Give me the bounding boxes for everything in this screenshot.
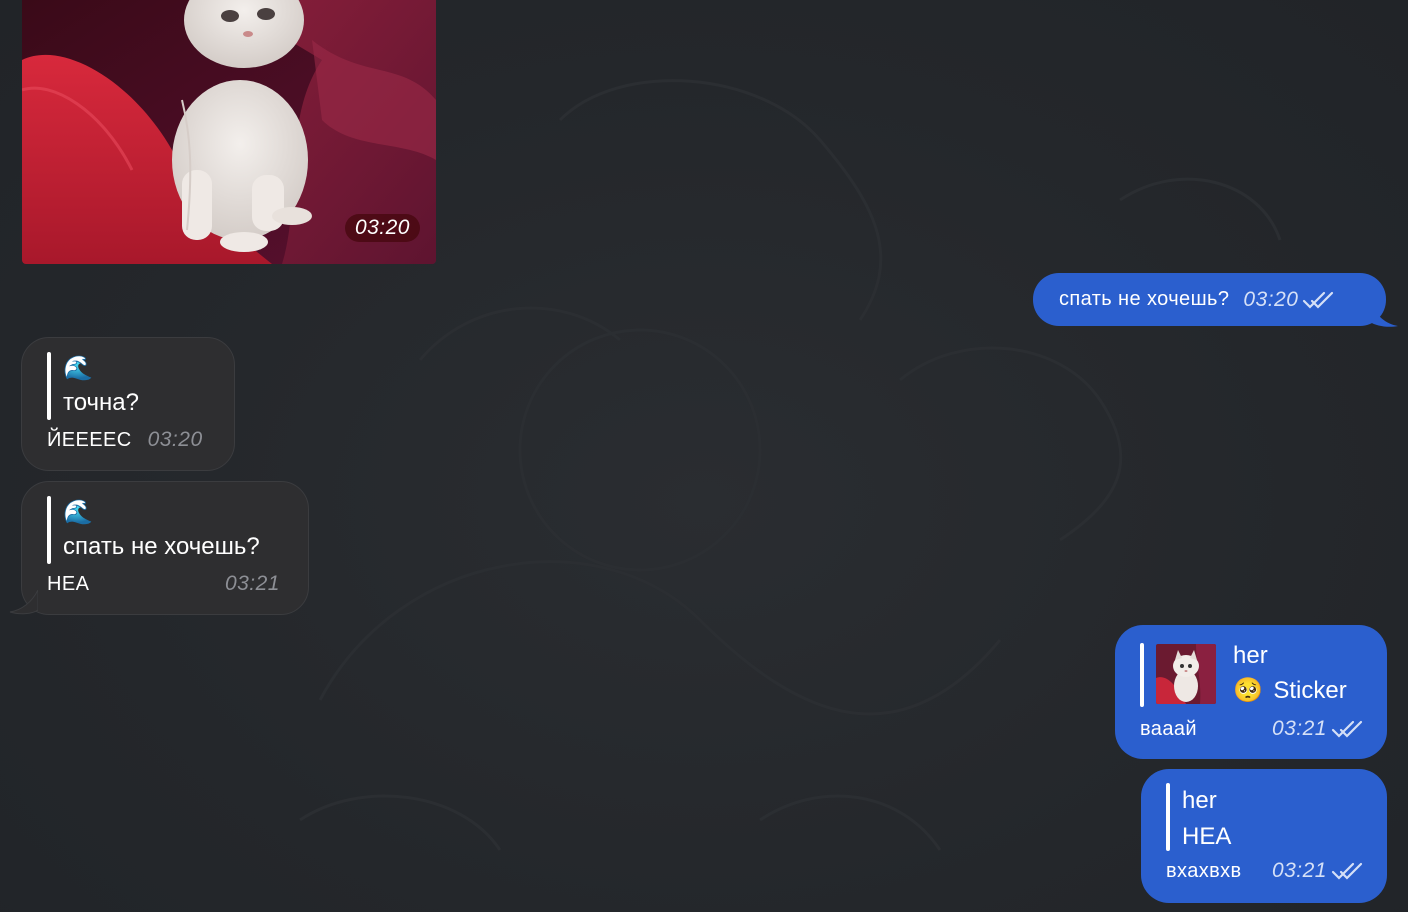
message-timestamp: 03:21 (1271, 717, 1327, 740)
double-check-icon (1331, 862, 1363, 880)
message-text: спать не хочешь? (1059, 288, 1230, 310)
quote-title: her (1233, 642, 1268, 669)
incoming-reply-message[interactable]: 🌊 точна? ЙЕЕЕЕС 03:20 (21, 337, 235, 471)
double-check-icon (1303, 291, 1334, 309)
quote-title: 🌊 (63, 499, 93, 526)
outgoing-reply-message[interactable]: her 🥺 Sticker вааай 03:21 (1115, 625, 1387, 759)
reply-quote[interactable]: 🌊 точна? (47, 352, 234, 420)
bubble-tail (1370, 302, 1398, 327)
bubble-tail (9, 590, 38, 615)
outgoing-reply-message[interactable]: her НЕА вхахвхв 03:21 (1141, 769, 1387, 903)
reply-quote[interactable]: her НЕА (1166, 783, 1387, 851)
sticker-thumbnail (1156, 644, 1216, 704)
quote-text: НЕА (1182, 823, 1232, 850)
reply-quote[interactable]: 🌊 спать не хочешь? (47, 496, 308, 564)
chat-view[interactable]: 03:20 спать не хочешь? 03:20 🌊 точна? ЙЕ… (0, 0, 1408, 912)
message-timestamp: 03:20 (147, 428, 203, 451)
message-text: вааай (1140, 717, 1197, 740)
message-timestamp: 03:20 (1243, 287, 1299, 311)
quote-bar (47, 352, 51, 420)
quote-text: точна? (63, 389, 139, 416)
pleading-face-icon: 🥺 (1233, 677, 1263, 704)
quote-text: Sticker (1273, 677, 1347, 704)
incoming-reply-message[interactable]: 🌊 спать не хочешь? НЕА 03:21 (21, 481, 309, 615)
quote-title: 🌊 (63, 355, 93, 382)
quote-bar (47, 496, 51, 564)
message-timestamp: 03:21 (224, 572, 280, 595)
quote-title: her (1182, 787, 1217, 814)
message-text: НЕА (47, 573, 90, 595)
quote-text: спать не хочешь? (63, 533, 260, 560)
double-check-icon (1331, 720, 1363, 738)
quote-bar (1166, 783, 1170, 851)
message-text: ЙЕЕЕЕС (47, 429, 132, 451)
photo-timestamp: 03:20 (344, 214, 420, 242)
photo-message[interactable]: 03:20 (22, 0, 436, 264)
outgoing-message[interactable]: спать не хочешь? 03:20 (1033, 273, 1386, 326)
message-timestamp: 03:21 (1271, 859, 1327, 882)
reply-quote[interactable]: her 🥺 Sticker (1140, 642, 1387, 707)
quote-bar (1140, 643, 1144, 707)
message-text: вхахвхв (1166, 859, 1242, 882)
